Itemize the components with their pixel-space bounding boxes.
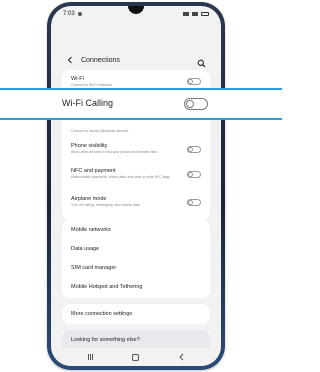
back-nav-icon[interactable] (178, 353, 186, 361)
wifi-title: Wi-Fi (71, 76, 84, 82)
toggle-knob (188, 147, 193, 152)
airplane-toggle[interactable] (187, 199, 201, 206)
menu-item-sim-card-manager[interactable]: SIM card manager (71, 265, 201, 271)
navigation-bar (51, 348, 221, 366)
phone-visibility-subtitle: Allow other devices to find your phone a… (71, 150, 158, 154)
recents-icon[interactable] (86, 354, 94, 360)
phone-screen: 7:03 Connections Wi-Fi Connect to Wi-Fi … (51, 6, 221, 366)
wifi-calling-toggle[interactable] (184, 98, 208, 110)
cell-signal-icon (192, 12, 198, 16)
page-header: Connections (51, 50, 221, 70)
menu-item-hotspot[interactable]: Mobile Hotspot and Tethering (71, 284, 201, 290)
wifi-signal-icon (183, 12, 189, 16)
notification-icon (77, 12, 82, 16)
wifi-toggle[interactable] (187, 78, 201, 85)
network-menu-card: Mobile networks Data usage SIM card mana… (62, 220, 210, 298)
wifi-subtitle: Connect to Wi-Fi networks. (71, 83, 114, 87)
menu-item-data-usage[interactable]: Data usage (71, 246, 201, 252)
more-settings-card: More connection settings (62, 304, 210, 324)
phone-visibility-row[interactable]: Phone visibility Allow other devices to … (71, 143, 201, 154)
wifi-calling-title: Wi-Fi Calling (62, 98, 114, 108)
home-icon[interactable] (132, 353, 140, 361)
toggle-knob (188, 79, 193, 84)
phone-visibility-title: Phone visibility (71, 143, 108, 149)
nfc-title: NFC and payment (71, 168, 116, 174)
wifi-calling-highlight[interactable]: Wi-Fi Calling (0, 88, 282, 120)
airplane-row[interactable]: Airplane mode Turn off calling, messagin… (71, 196, 201, 207)
battery-icon (201, 12, 209, 16)
airplane-title: Airplane mode (71, 196, 107, 202)
wifi-row[interactable]: Wi-Fi Connect to Wi-Fi networks. (71, 76, 201, 87)
more-connection-settings[interactable]: More connection settings (71, 311, 201, 317)
back-arrow-icon[interactable] (65, 55, 75, 65)
phone-visibility-toggle[interactable] (187, 146, 201, 153)
menu-item-mobile-networks[interactable]: Mobile networks (71, 227, 201, 233)
toggle-knob (188, 200, 193, 205)
bluetooth-subtitle: Connect to nearby Bluetooth devices. (71, 129, 130, 133)
toggle-knob (186, 100, 194, 108)
bluetooth-row[interactable]: Connect to nearby Bluetooth devices. (71, 128, 201, 133)
status-bar: 7:03 (51, 6, 221, 22)
phone-frame: 7:03 Connections Wi-Fi Connect to Wi-Fi … (47, 2, 225, 370)
looking-for-heading: Looking for something else? (71, 337, 140, 343)
toggle-knob (188, 172, 193, 177)
nfc-toggle[interactable] (187, 171, 201, 178)
nfc-row[interactable]: NFC and payment Make mobile payments, sh… (71, 168, 201, 179)
status-time: 7:03 (63, 11, 75, 17)
nfc-subtitle: Make mobile payments, share data, and re… (71, 175, 171, 179)
page-title: Connections (81, 56, 120, 64)
search-icon[interactable] (197, 55, 207, 68)
airplane-subtitle: Turn off calling, messaging, and Mobile … (71, 203, 141, 207)
